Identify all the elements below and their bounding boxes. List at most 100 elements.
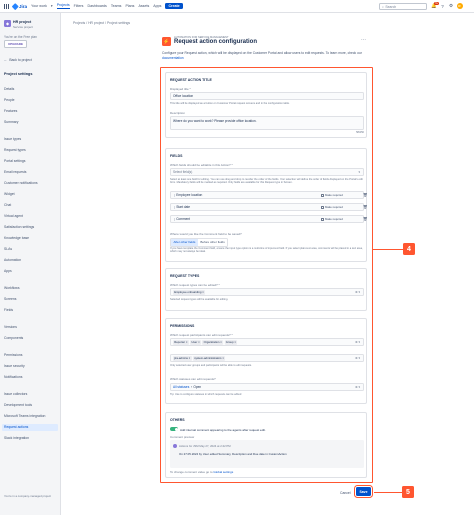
sidebar-item-email-requests[interactable]: Email requests — [4, 169, 60, 176]
sidebar-item-components[interactable]: Components — [4, 335, 60, 342]
sidebar-item-permissions[interactable]: Permissions — [4, 352, 60, 359]
sidebar-item-issue-collectors[interactable]: Issue collectors — [4, 391, 60, 398]
sidebar-item-chat[interactable]: Chat — [4, 202, 60, 209]
sidebar-item-issue-security[interactable]: Issue security — [4, 363, 60, 370]
sidebar-item-workflows[interactable]: Workflows — [4, 285, 60, 292]
more-options-icon[interactable]: ⋯ — [361, 37, 366, 43]
project-header[interactable]: ◆ HR project Service project — [4, 20, 33, 29]
request-types-card: REQUEST TYPES Which request types can be… — [165, 268, 367, 311]
nav-your-work-chevron-icon[interactable]: ▾ — [51, 4, 53, 8]
nav-your-work[interactable]: Your work — [31, 4, 47, 8]
delete-icon[interactable]: 🗑 — [363, 217, 367, 221]
remove-icon[interactable]: × — [189, 356, 191, 360]
cancel-button[interactable]: Cancel — [340, 491, 351, 495]
sidebar-item-development-tools[interactable]: Development tools — [4, 402, 60, 409]
field-row[interactable]: ⋮ Start date Make required 🗑 — [170, 203, 367, 211]
create-button[interactable]: Create — [165, 2, 183, 10]
make-required-checkbox[interactable]: Make required — [321, 205, 343, 209]
sidebar-item-slack-integration[interactable]: Slack integration — [4, 435, 60, 442]
back-to-project-link[interactable]: ← Back to project — [4, 58, 32, 62]
remove-icon[interactable]: × — [220, 340, 222, 344]
request-types-select[interactable]: Employee onboarding × ⊗ ▾ — [170, 288, 364, 296]
comment-position-label: Where would you like the Comment field t… — [170, 232, 242, 236]
sidebar-item-fields[interactable]: Fields — [4, 307, 60, 314]
sidebar-item-satisfaction-settings[interactable]: Satisfaction settings — [4, 224, 60, 231]
field-row[interactable]: ⋮ Employee location Make required 🗑 — [170, 191, 367, 199]
documentation-link[interactable]: documentation — [162, 56, 184, 60]
sidebar-item-screens[interactable]: Screens — [4, 296, 60, 303]
sidebar-item-customer-notifications[interactable]: Customer notifications — [4, 180, 60, 187]
sidebar-item-automation[interactable]: Automation — [4, 257, 60, 264]
remove-icon[interactable]: × — [186, 340, 188, 344]
help-icon[interactable]: ? — [440, 3, 446, 9]
sidebar-item-virtual-agent[interactable]: Virtual agent — [4, 213, 60, 220]
fields-card: FIELDS Which fields should be editable i… — [165, 148, 367, 262]
breadcrumb-projects[interactable]: Projects — [73, 21, 85, 25]
sidebar-item-people[interactable]: People — [4, 97, 60, 104]
sidebar-item-summary[interactable]: Summary — [4, 119, 60, 126]
global-settings-link[interactable]: Global settings — [213, 470, 233, 474]
sidebar-item-notifications[interactable]: Notifications — [4, 374, 60, 381]
upgrade-button[interactable]: UPGRADE — [4, 40, 28, 49]
sidebar-item-knowledge-base[interactable]: Knowledge base — [4, 235, 60, 242]
section-heading: PERMISSIONS — [170, 324, 195, 328]
save-button[interactable]: Save — [353, 484, 374, 499]
sidebar-item-slas[interactable]: SLAs — [4, 246, 60, 253]
sidebar-item-widget[interactable]: Widget — [4, 191, 60, 198]
remove-icon[interactable]: × — [222, 356, 224, 360]
make-required-checkbox[interactable]: Make required — [321, 217, 343, 221]
sidebar-item-versions[interactable]: Versions — [4, 324, 60, 331]
nav-filters[interactable]: Filters — [74, 4, 84, 8]
nav-assets[interactable]: Assets — [138, 4, 149, 8]
app-switcher-icon[interactable] — [4, 3, 9, 9]
project-settings-title: Project settings — [4, 72, 33, 76]
nav-apps[interactable]: Apps — [153, 4, 161, 8]
search-input[interactable]: ⌕ Search — [379, 3, 427, 10]
nav-dashboards[interactable]: Dashboards — [87, 4, 106, 8]
sidebar-item-apps[interactable]: Apps — [4, 268, 60, 275]
callout-4-marker: 4 — [403, 243, 415, 255]
nav-projects[interactable]: Projects — [56, 3, 70, 9]
displayed-title-input[interactable]: Office location — [170, 92, 364, 100]
groups-help: Only selected user groups and participan… — [170, 364, 252, 367]
sidebar-item-portal-settings[interactable]: Portal settings — [4, 158, 60, 165]
sidebar-item-issue-types[interactable]: Issue types — [4, 136, 60, 143]
delete-icon[interactable]: 🗑 — [363, 193, 367, 197]
settings-gear-icon[interactable]: ⚙ — [448, 3, 454, 9]
participant-tag: Group × — [224, 339, 238, 345]
make-required-checkbox[interactable]: Make required — [321, 193, 343, 197]
callout-5-marker: 5 — [402, 486, 414, 498]
editable-fields-label: Which fields should be editable in this … — [170, 163, 233, 167]
jira-logo[interactable]: Jira — [12, 2, 27, 10]
remove-icon[interactable]: × — [198, 340, 200, 344]
notifications-icon[interactable]: 🔔 9+ — [431, 1, 439, 9]
nav-teams[interactable]: Teams — [111, 4, 122, 8]
sidebar-item-request-actions[interactable]: Request actions — [2, 424, 58, 431]
comment-position-help: If you have template the Comment field, … — [170, 247, 363, 254]
sidebar-item-details[interactable]: Details — [4, 86, 60, 93]
option-before-other-fields[interactable]: Before other fields — [198, 239, 227, 246]
nav-plans[interactable]: Plans — [125, 4, 134, 8]
chevron-down-icon: ⊗ ▾ — [355, 356, 360, 360]
sidebar-item-microsoft-teams-integration[interactable]: Microsoft Teams integration — [4, 413, 60, 420]
sidebar-item-request-types[interactable]: Request types — [4, 147, 60, 154]
delete-icon[interactable]: 🗑 — [363, 205, 367, 209]
remove-icon[interactable]: × — [234, 340, 236, 344]
breadcrumb-project[interactable]: HR project — [88, 21, 104, 25]
option-after-other-fields[interactable]: After other fields — [171, 239, 198, 246]
description-textarea[interactable]: Where do you want to work? Please provid… — [170, 116, 364, 130]
fields-select[interactable]: Select field(s) ▾ — [170, 168, 364, 176]
sidebar-item-features[interactable]: Features — [4, 108, 60, 115]
groups-select[interactable]: jira-admins × system-administrators × ⊗ ▾ — [170, 354, 364, 362]
breadcrumb-settings[interactable]: Project settings — [107, 21, 130, 25]
internal-comment-toggle[interactable] — [170, 427, 178, 431]
remove-icon[interactable]: × — [202, 290, 204, 294]
field-row[interactable]: ⋮ Comment Make required 🗑 — [170, 215, 367, 223]
displayed-title-help: This title will be displayed as a button… — [170, 102, 290, 105]
user-avatar[interactable]: R — [456, 3, 463, 9]
sidebar-footer: You're in a company-managed project — [4, 494, 51, 498]
comment-preview-box: Actions for JSM May 27, 2024 at 2:42 PM … — [170, 440, 364, 468]
participants-select[interactable]: Reporter × User × Organization × Group × ⊗ ▾ — [170, 338, 364, 346]
statuses-select[interactable]: All statuses › Open ⊗ ▾ — [170, 383, 364, 391]
preview-meta: Actions for JSM May 27, 2024 at 2:42 PM — [179, 444, 231, 448]
